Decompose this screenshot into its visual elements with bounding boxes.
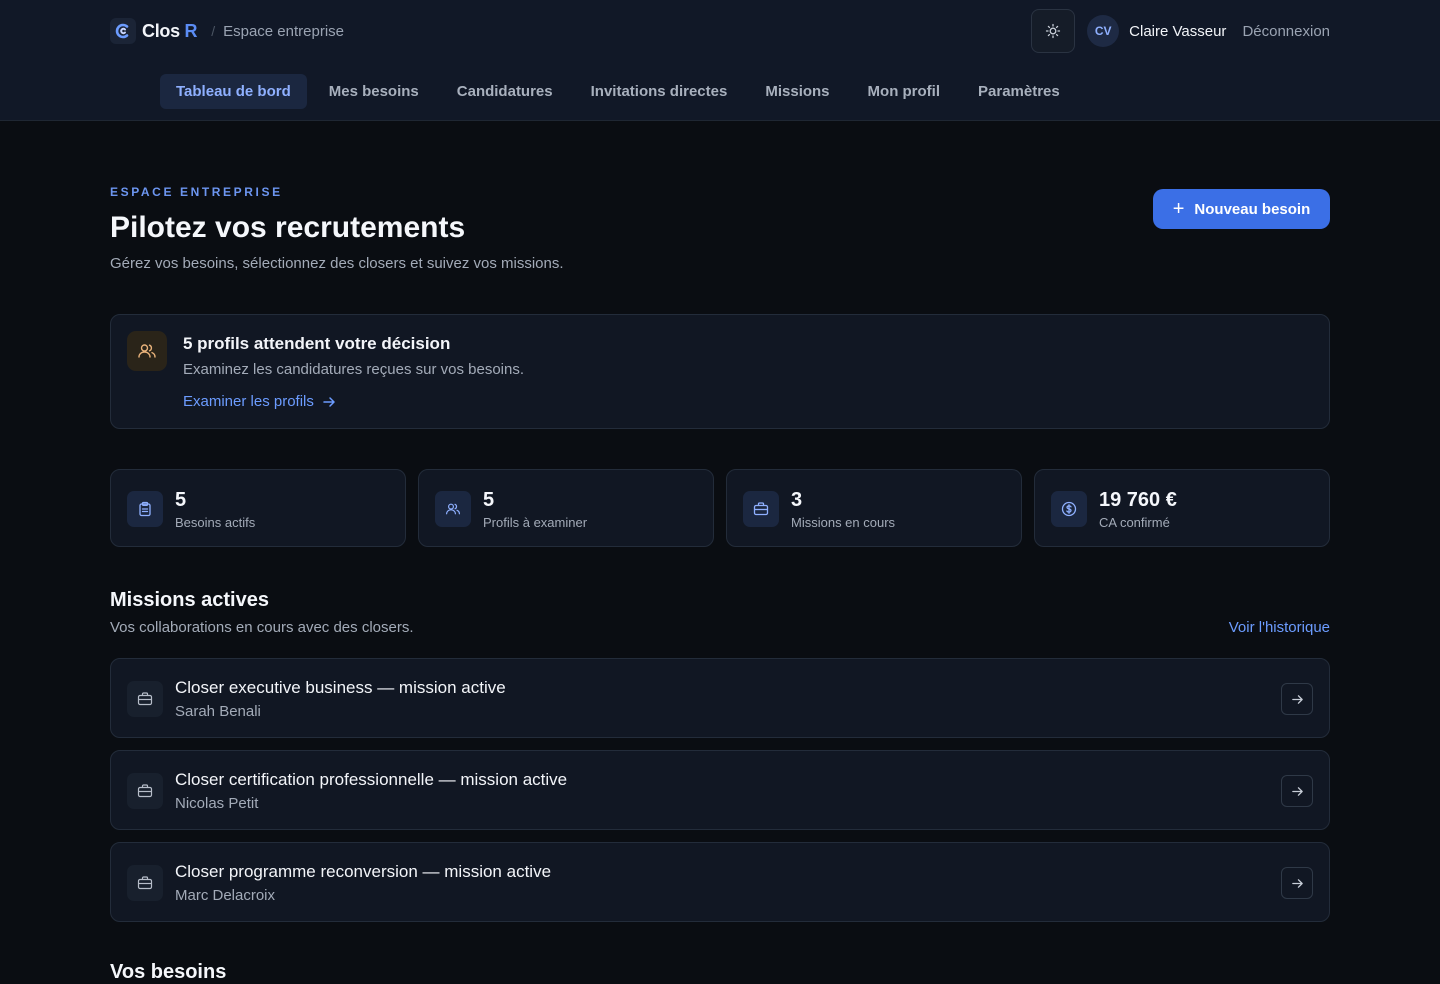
section-title-missions: Missions actives	[110, 589, 269, 611]
arrow-right-icon	[323, 396, 335, 407]
stat-value: 19 760 €	[1099, 489, 1177, 511]
mission-closer: Marc Delacroix	[175, 887, 276, 904]
missions-list: Closer executive business — mission acti…	[110, 658, 1330, 934]
tab-tableau-de-bord[interactable]: Tableau de bord	[160, 74, 307, 109]
new-need-button[interactable]: + Nouveau besoin	[1153, 189, 1330, 229]
list-item[interactable]: Closer programme reconversion — mission …	[110, 842, 1330, 922]
briefcase-icon	[127, 681, 163, 717]
page-title: Pilotez vos recrutements	[110, 211, 466, 244]
briefcase-icon	[743, 491, 779, 527]
logo[interactable]: Clos R	[110, 18, 198, 44]
section-subtitle-missions: Vos collaborations en cours avec des clo…	[110, 619, 414, 636]
alert-title: 5 profils attendent votre décision	[183, 334, 451, 353]
sun-icon	[1046, 23, 1061, 39]
user-name[interactable]: Claire Vasseur	[1129, 23, 1226, 40]
review-profiles-link[interactable]: Examiner les profils	[183, 393, 336, 410]
stat-value: 5	[175, 489, 187, 511]
stat-label: CA confirmé	[1099, 515, 1170, 530]
plus-icon: +	[1172, 198, 1185, 220]
new-need-label: Nouveau besoin	[1194, 200, 1311, 218]
tab-mes-besoins[interactable]: Mes besoins	[313, 74, 435, 109]
stats-row: 5 Besoins actifs 5 Profils à examiner 3 …	[110, 469, 1330, 547]
brand-row: Clos R / Espace entreprise CV Claire Vas…	[110, 9, 1330, 53]
open-mission-button[interactable]	[1281, 683, 1313, 715]
tab-parametres[interactable]: Paramètres	[962, 74, 1076, 109]
briefcase-icon	[127, 773, 163, 809]
brand-name: Clos R	[142, 20, 198, 41]
mission-title: Closer certification professionnelle — m…	[175, 770, 568, 789]
briefcase-icon	[127, 865, 163, 901]
stat-label: Profils à examiner	[483, 515, 588, 530]
alert-text: Examinez les candidatures reçues sur vos…	[183, 361, 525, 378]
users-icon	[127, 331, 167, 371]
open-mission-button[interactable]	[1281, 775, 1313, 807]
arrow-right-icon	[1291, 694, 1303, 704]
breadcrumb-separator: /	[211, 23, 216, 39]
arrow-right-icon	[1291, 786, 1303, 796]
dollar-icon	[1051, 491, 1087, 527]
mission-title: Closer executive business — mission acti…	[175, 678, 506, 697]
stat-card-profiles-to-review: 5 Profils à examiner	[418, 469, 714, 547]
theme-toggle-button[interactable]	[1031, 9, 1076, 53]
review-profiles-label: Examiner les profils	[183, 393, 314, 410]
tab-missions[interactable]: Missions	[749, 74, 845, 109]
stat-value: 5	[483, 489, 495, 511]
page-eyebrow: ESPACE ENTREPRISE	[110, 185, 283, 199]
main-nav: Tableau de bord Mes besoins Candidatures…	[160, 74, 1076, 109]
page-subtitle: Gérez vos besoins, sélectionnez des clos…	[110, 255, 564, 272]
list-item[interactable]: Closer executive business — mission acti…	[110, 658, 1330, 738]
stat-label: Besoins actifs	[175, 515, 256, 530]
header-tools: CV Claire Vasseur Déconnexion	[1031, 9, 1330, 53]
mission-closer: Nicolas Petit	[175, 795, 259, 812]
mission-title: Closer programme reconversion — mission …	[175, 862, 552, 881]
mission-closer: Sarah Benali	[175, 703, 261, 720]
list-item[interactable]: Closer certification professionnelle — m…	[110, 750, 1330, 830]
arrow-right-icon	[1291, 878, 1303, 888]
section-title-besoins: Vos besoins	[110, 961, 227, 983]
tab-invitations-directes[interactable]: Invitations directes	[575, 74, 744, 109]
stat-label: Missions en cours	[791, 515, 896, 530]
stat-card-active-needs: 5 Besoins actifs	[110, 469, 406, 547]
breadcrumb: Espace entreprise	[223, 22, 345, 40]
top-bar: Clos R / Espace entreprise CV Claire Vas…	[0, 0, 1440, 121]
tab-mon-profil[interactable]: Mon profil	[852, 74, 956, 109]
history-link[interactable]: Voir l'historique	[1229, 619, 1330, 636]
stat-value: 3	[791, 489, 803, 511]
users-icon	[435, 491, 471, 527]
stat-card-missions-in-progress: 3 Missions en cours	[726, 469, 1022, 547]
tab-candidatures[interactable]: Candidatures	[441, 74, 569, 109]
stat-card-confirmed-revenue: 19 760 € CA confirmé	[1034, 469, 1330, 547]
open-mission-button[interactable]	[1281, 867, 1313, 899]
logo-icon	[110, 18, 136, 44]
logout-link[interactable]: Déconnexion	[1242, 23, 1330, 40]
pending-profiles-alert: 5 profils attendent votre décision Exami…	[110, 314, 1330, 429]
avatar[interactable]: CV	[1087, 15, 1120, 47]
clipboard-icon	[127, 491, 163, 527]
